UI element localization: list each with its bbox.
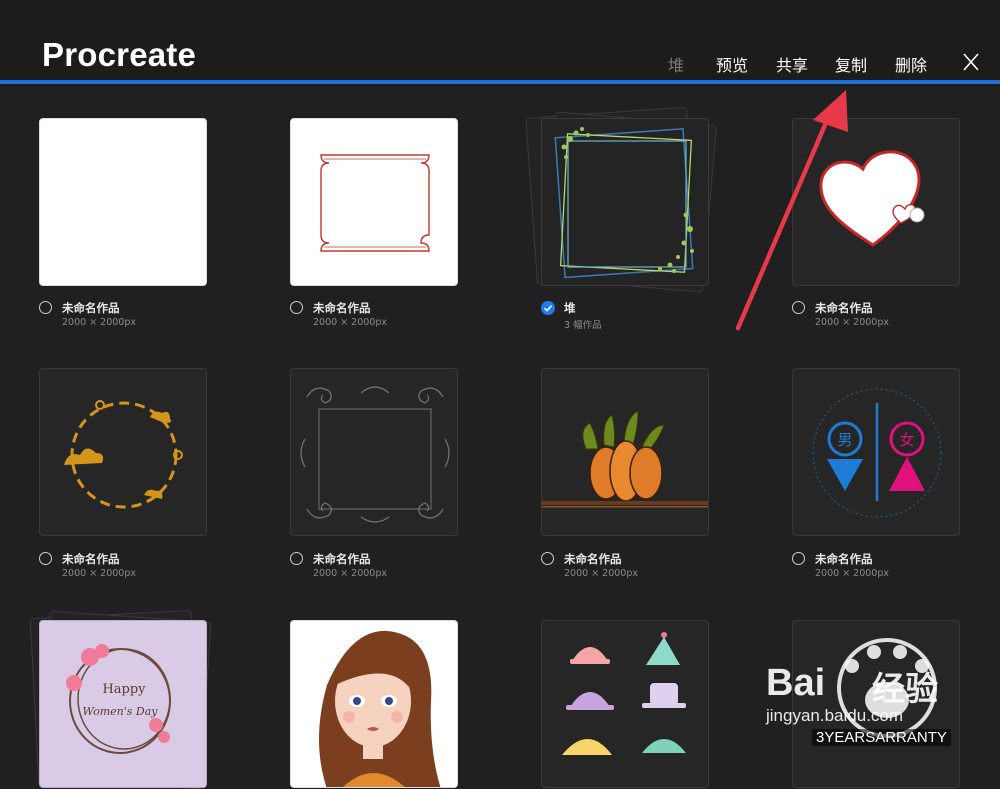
watermark-badge [837,638,937,738]
watermark-brand-cn: 经验 [872,669,938,708]
watermark-url: jingyan.baidu.com [766,706,904,725]
watermark-brand: Bai [766,662,826,704]
watermark-badge-text: 3YEARSARRANTY [812,729,951,746]
